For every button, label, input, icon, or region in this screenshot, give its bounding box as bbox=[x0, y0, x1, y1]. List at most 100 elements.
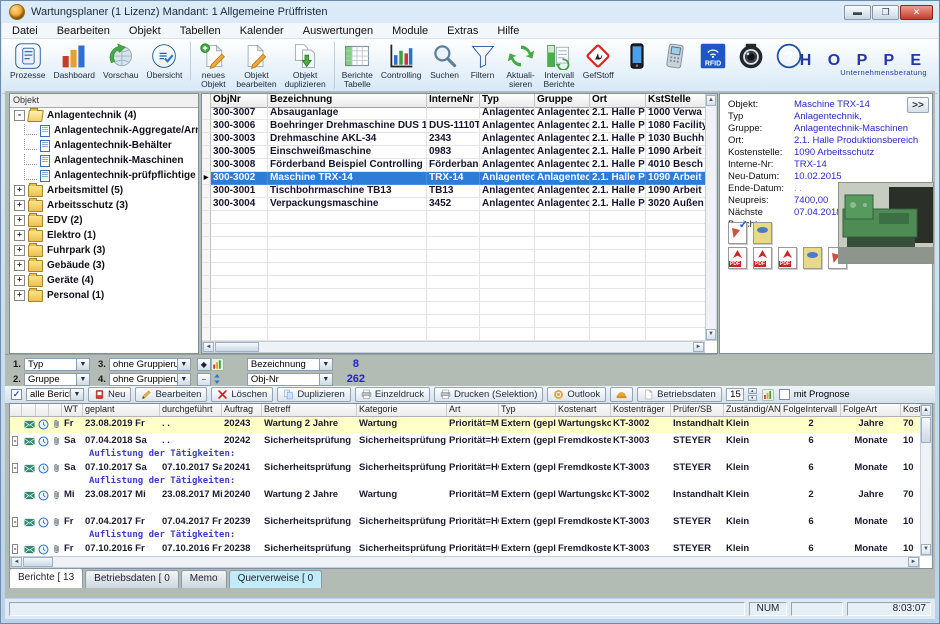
tree-item-0[interactable]: -Anlagentechnik (4) bbox=[10, 108, 198, 123]
filter-field-select-2[interactable]: Gruppe▼ bbox=[24, 373, 90, 386]
scroll-thumb[interactable] bbox=[23, 557, 53, 567]
grouping-select-1[interactable]: ohne Gruppierung▼ bbox=[109, 358, 191, 371]
minimize-button[interactable]: ▬ bbox=[844, 5, 871, 20]
objects-horizontal-scrollbar[interactable]: ◄ ► bbox=[202, 341, 705, 353]
report-button-edit[interactable]: Bearbeiten bbox=[135, 387, 207, 402]
toolbar-button-interval-reports[interactable]: IntervallBerichte bbox=[540, 41, 579, 90]
tree-item-3[interactable]: Anlagentechnik-Maschinen bbox=[10, 153, 198, 168]
report-row-20243[interactable]: Fr23.08.2019 Fr. .20243Wartung 2 JahreWa… bbox=[10, 416, 920, 433]
objects-table-row[interactable]: 300-3003Drehmaschine AKL-342343Anlagente… bbox=[202, 133, 707, 146]
tree-item-5[interactable]: +Arbeitsmittel (5) bbox=[10, 183, 198, 198]
sort-field-select-2[interactable]: Obj-Nr▼ bbox=[247, 373, 333, 386]
pdf-attachment-icon[interactable] bbox=[778, 247, 797, 269]
statistics-icon[interactable] bbox=[761, 388, 775, 402]
menu-hilfe[interactable]: Hilfe bbox=[497, 25, 519, 37]
reports-column-header[interactable]: Kategorie bbox=[357, 404, 447, 416]
report-button-outlook[interactable]: Outlook bbox=[547, 387, 606, 402]
menu-datei[interactable]: Datei bbox=[12, 25, 38, 37]
report-button-print-single[interactable]: Einzeldruck bbox=[355, 387, 430, 402]
objects-column-header[interactable]: Typ bbox=[480, 94, 535, 107]
objects-column-header[interactable]: Gruppe bbox=[535, 94, 590, 107]
scroll-down-button[interactable]: ▼ bbox=[921, 544, 931, 555]
tree-item-11[interactable]: +Geräte (4) bbox=[10, 273, 198, 288]
title-bar[interactable]: Wartungsplaner (1 Lizenz) Mandant: 1 All… bbox=[1, 1, 939, 23]
objects-vertical-scrollbar[interactable]: ▲ ▼ bbox=[705, 94, 717, 341]
toolbar-button-hazard[interactable]: GefStoff bbox=[579, 41, 618, 81]
toolbar-button-rfid[interactable] bbox=[694, 41, 732, 72]
reports-column-header[interactable]: Kostenträger bbox=[611, 404, 671, 416]
tab-querverweise[interactable]: Querverweise [ 0 bbox=[229, 570, 323, 588]
filter-checkbox[interactable]: ✓ bbox=[11, 389, 22, 400]
sort-icon[interactable] bbox=[211, 373, 223, 385]
report-row-20242[interactable]: -Sa07.04.2018 Sa. .20242Sicherheitsprüfu… bbox=[10, 433, 920, 450]
report-button-duplicate[interactable]: Duplizieren bbox=[277, 387, 351, 402]
objects-column-header[interactable]: ObjNr bbox=[211, 94, 268, 107]
statistics-icon[interactable] bbox=[209, 357, 226, 372]
tab-memo[interactable]: Memo bbox=[181, 570, 227, 588]
objects-column-header[interactable]: Ort bbox=[590, 94, 646, 107]
objects-column-header[interactable]: Bezeichnung bbox=[268, 94, 427, 107]
toolbar-button-processes[interactable]: Prozesse bbox=[6, 41, 49, 81]
objects-table-row[interactable]: 300-3004Verpackungsmaschine3452Anlagente… bbox=[202, 198, 707, 211]
tree-item-4[interactable]: Anlagentechnik-prüfpflichtige An bbox=[10, 168, 198, 183]
tree-item-12[interactable]: +Personal (1) bbox=[10, 288, 198, 303]
reports-column-header[interactable]: Betreff bbox=[262, 404, 357, 416]
page-size-input[interactable]: 15 bbox=[726, 388, 744, 401]
tree-expand-toggle[interactable]: + bbox=[14, 200, 25, 211]
scroll-down-button[interactable]: ▼ bbox=[706, 329, 716, 340]
toolbar-button-camera[interactable] bbox=[732, 41, 770, 72]
objects-table-row[interactable]: 300-3008Förderband Beispiel ControllingF… bbox=[202, 159, 707, 172]
toolbar-button-search[interactable]: Suchen bbox=[426, 41, 464, 81]
tree-expand-toggle[interactable]: + bbox=[14, 290, 25, 301]
step-up-icon[interactable]: ▲ bbox=[748, 388, 757, 394]
sort-field-select-1[interactable]: Bezeichnung▼ bbox=[247, 358, 333, 371]
tab-betriebsdaten[interactable]: Betriebsdaten [ 0 bbox=[85, 570, 179, 588]
reports-column-header[interactable]: Zuständig/AN bbox=[724, 404, 781, 416]
toolbar-button-duplicate-object[interactable]: Objektduplizieren bbox=[281, 41, 335, 90]
tree-item-7[interactable]: +EDV (2) bbox=[10, 213, 198, 228]
helmet-button[interactable] bbox=[610, 387, 633, 402]
reports-column-header[interactable]: WT bbox=[62, 404, 83, 416]
document-attachment-icon[interactable] bbox=[803, 247, 822, 269]
toolbar-button-scanner[interactable] bbox=[656, 41, 694, 72]
reports-column-header[interactable] bbox=[10, 404, 22, 416]
betriebsdaten-button[interactable]: Betriebsdaten bbox=[637, 387, 722, 402]
row-expand-toggle[interactable]: - bbox=[12, 544, 18, 554]
prognose-checkbox[interactable] bbox=[779, 389, 790, 400]
report-row-20241[interactable]: -Sa07.10.2017 Sa07.10.2017 Sa20241Sicher… bbox=[10, 460, 920, 477]
reports-column-header[interactable]: Kostenart bbox=[556, 404, 611, 416]
maximize-button[interactable]: ❐ bbox=[872, 5, 899, 20]
objects-table-row[interactable]: ▶300-3002Maschine TRX-14TRX-14Anlagentec… bbox=[202, 172, 707, 185]
objects-column-header[interactable]: KstStelle bbox=[646, 94, 707, 107]
tree-expand-toggle[interactable]: + bbox=[14, 260, 25, 271]
report-row-20239[interactable]: -Fr07.04.2017 Fr07.04.2017 Fr20239Sicher… bbox=[10, 514, 920, 531]
tree-expand-toggle[interactable]: + bbox=[14, 230, 25, 241]
report-scope-select[interactable]: alle Berich▼ bbox=[26, 388, 84, 401]
scroll-up-button[interactable]: ▲ bbox=[921, 405, 931, 416]
toolbar-button-preview[interactable]: Vorschau bbox=[99, 41, 142, 81]
tree-item-8[interactable]: +Elektro (1) bbox=[10, 228, 198, 243]
tree-expand-toggle[interactable]: - bbox=[14, 110, 25, 121]
row-expand-toggle[interactable]: - bbox=[12, 436, 18, 446]
toolbar-button-reports-table[interactable]: BerichteTabelle bbox=[338, 41, 377, 90]
reports-column-header[interactable]: Art bbox=[447, 404, 499, 416]
tree-expand-toggle[interactable]: + bbox=[14, 215, 25, 226]
report-row-20238[interactable]: -Fr07.10.2016 Fr07.10.2016 Fr20238Sicher… bbox=[10, 541, 920, 556]
toolbar-button-filter[interactable]: Filtern bbox=[464, 41, 502, 81]
tree-item-1[interactable]: Anlagentechnik-Aggregate/Armat bbox=[10, 123, 198, 138]
scroll-up-button[interactable]: ▲ bbox=[706, 95, 716, 106]
step-down-icon[interactable]: ▼ bbox=[748, 395, 757, 401]
collapse-groups-button[interactable]: − bbox=[197, 373, 211, 386]
scroll-thumb[interactable] bbox=[921, 417, 931, 443]
reports-column-header[interactable]: geplant bbox=[83, 404, 160, 416]
reports-horizontal-scrollbar[interactable]: ◄ ► bbox=[10, 556, 920, 568]
toolbar-button-dashboard[interactable]: Dashboard bbox=[49, 41, 99, 81]
toolbar-button-overview[interactable]: Übersicht bbox=[142, 41, 191, 81]
reports-column-header[interactable]: Typ bbox=[499, 404, 556, 416]
tree-expand-toggle[interactable]: + bbox=[14, 185, 25, 196]
filter-field-select-1[interactable]: Typ▼ bbox=[24, 358, 90, 371]
report-button-print-selection[interactable]: Drucken (Selektion) bbox=[434, 387, 543, 402]
toolbar-button-smartphone[interactable] bbox=[618, 41, 656, 72]
toolbar-button-edit-object[interactable]: Objektbearbeiten bbox=[232, 41, 280, 90]
scroll-right-button[interactable]: ► bbox=[693, 342, 704, 352]
